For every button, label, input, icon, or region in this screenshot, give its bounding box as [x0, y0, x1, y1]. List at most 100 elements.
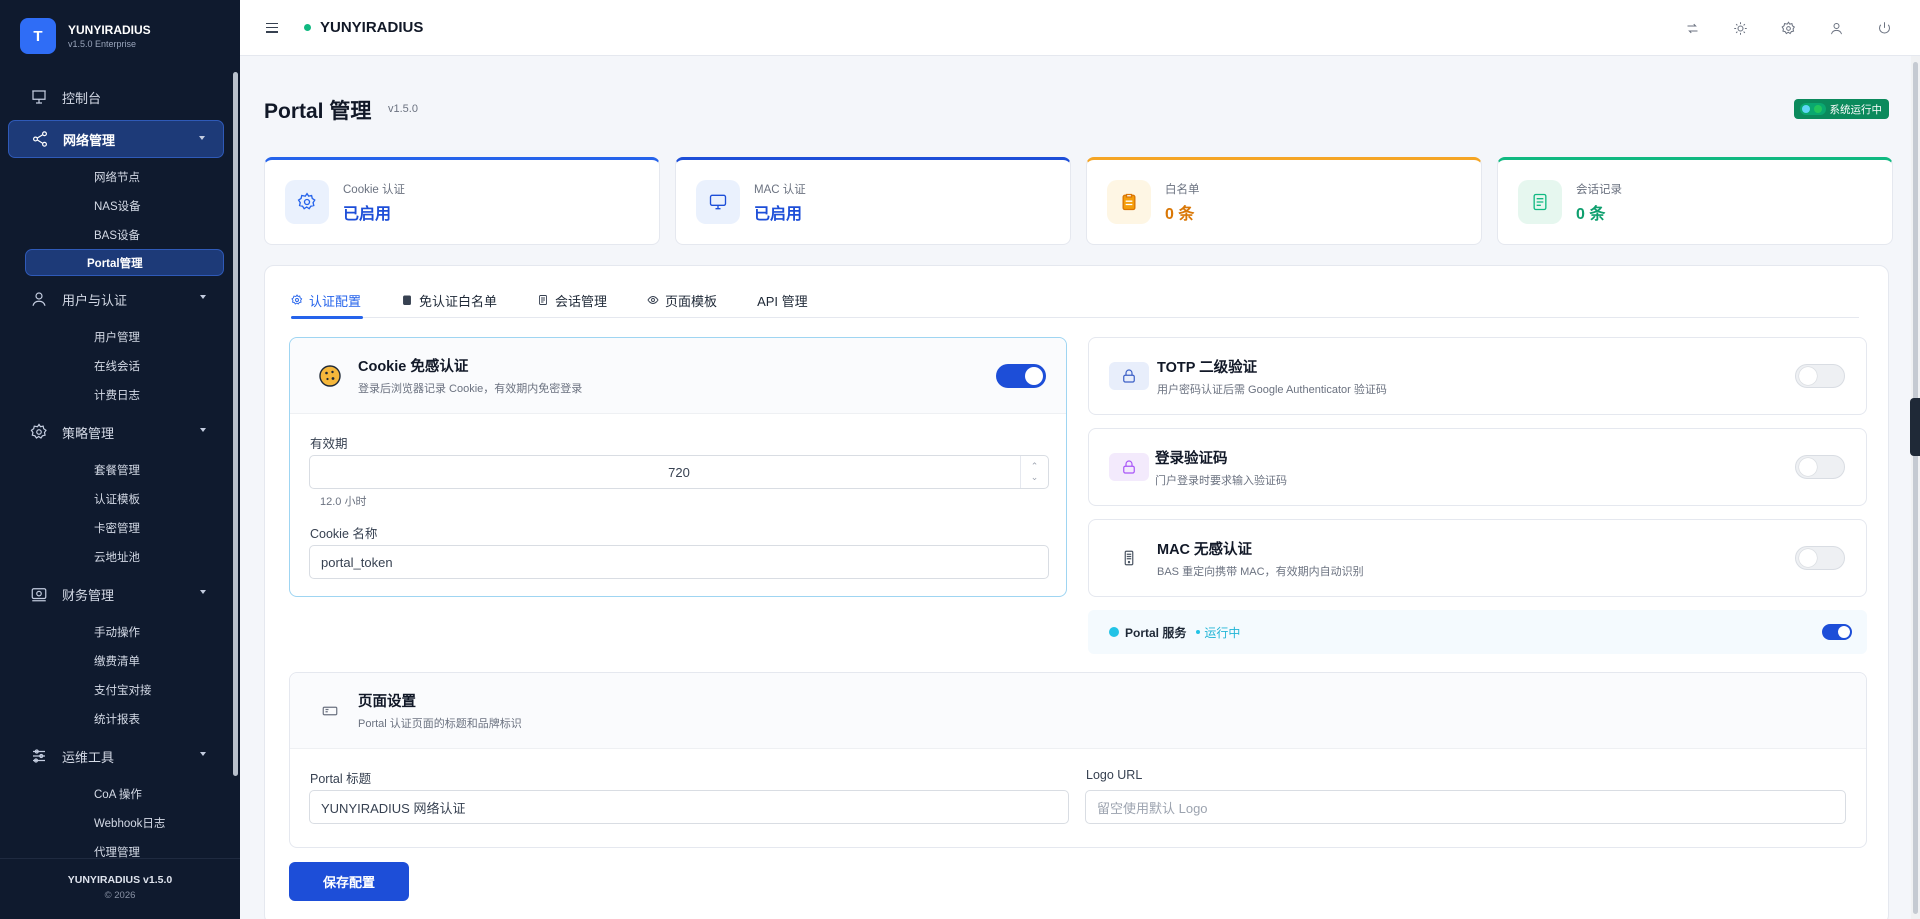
sidebar-item-label: 财务管理 [62, 587, 115, 603]
page-title: Portal 管理 [264, 100, 372, 123]
validity-value: 720 [668, 464, 690, 480]
sidebar-item-webhook-log[interactable]: Webhook日志 [16, 808, 224, 837]
profile-icon[interactable] [1826, 18, 1846, 38]
sidebar-item-ip-pool[interactable]: 云地址池 [16, 542, 224, 571]
sidebar-item-user-mgmt[interactable]: 用户管理 [16, 322, 224, 351]
service-status-dot [1109, 627, 1119, 637]
tab-sessions[interactable]: 会话管理 [537, 282, 607, 318]
service-label: Portal 服务 [1125, 625, 1187, 640]
sidebar-item-policy[interactable]: 策略管理 [8, 413, 224, 451]
tab-auth-config[interactable]: 认证配置 [291, 282, 364, 319]
sidebar-item-label: 策略管理 [62, 425, 115, 441]
stat-value: 0 条 [1576, 205, 1606, 223]
logo-url-input[interactable]: 留空使用默认 Logo [1085, 790, 1846, 824]
stat-label: 白名单 [1165, 183, 1200, 196]
sidebar-item-portal[interactable]: Portal管理 [25, 249, 224, 276]
power-icon[interactable] [1874, 18, 1894, 38]
brand[interactable]: T YUNYIRADIUS v1.5.0 Enterprise [20, 18, 151, 54]
cookie-toggle[interactable] [996, 364, 1046, 388]
swap-icon[interactable] [1682, 18, 1702, 38]
tab-label: 会话管理 [555, 293, 608, 309]
logo-url-label: Logo URL [1086, 768, 1143, 782]
sliders-icon [33, 749, 45, 763]
lock-icon [1109, 362, 1149, 390]
topbar-title: YUNYIRADIUS [320, 19, 424, 36]
page-settings-desc: Portal 认证页面的标题和品牌标识 [358, 718, 522, 730]
sun-icon[interactable] [1730, 18, 1750, 38]
sidebar-item-alipay[interactable]: 支付宝对接 [16, 675, 224, 704]
tab-page-templates[interactable]: 页面模板 [647, 282, 717, 318]
sidebar-item-network-nodes[interactable]: 网络节点 [16, 162, 224, 191]
side-drawer-handle[interactable] [1910, 398, 1920, 456]
presentation-icon [32, 90, 46, 104]
sidebar-item-cards[interactable]: 卡密管理 [16, 513, 224, 542]
sidebar-item-label: 网络管理 [63, 132, 116, 148]
save-button[interactable]: 保存配置 [289, 862, 409, 901]
sidebar-item-proxy[interactable]: 代理管理 [16, 837, 224, 859]
stepper-down-icon[interactable]: ⌄ [1031, 472, 1039, 483]
portal-title-input[interactable]: YUNYIRADIUS 网络认证 [309, 790, 1069, 824]
footer-copyright: © 2026 [104, 890, 136, 901]
cookie-title: Cookie 免感认证 [358, 359, 469, 375]
totp-card: TOTP 二级验证 用户密码认证后需 Google Authenticator … [1088, 337, 1867, 415]
monitor-icon [696, 180, 740, 224]
number-stepper[interactable]: ⌃ ⌄ [1020, 456, 1048, 488]
sidebar-item-ops-tools[interactable]: 运维工具 [8, 737, 224, 775]
totp-toggle[interactable] [1795, 364, 1845, 388]
main-scrollbar[interactable] [1911, 56, 1920, 919]
tab-label: 免认证白名单 [419, 293, 498, 309]
tab-whitelist[interactable]: 免认证白名单 [401, 282, 497, 318]
sidebar-item-plans[interactable]: 套餐管理 [16, 455, 224, 484]
system-status-text: 系统运行中 [1829, 103, 1883, 116]
stat-value: 已启用 [754, 205, 803, 223]
mac-toggle[interactable] [1795, 546, 1845, 570]
sidebar: T YUNYIRADIUS v1.5.0 Enterprise 控制台 网络管理… [0, 0, 240, 919]
sidebar-item-users[interactable]: 用户与认证 [8, 280, 224, 318]
sidebar-item-bas[interactable]: BAS设备 [16, 220, 224, 249]
chevron-down-icon [200, 295, 206, 299]
user-icon [32, 292, 46, 306]
tab-api[interactable]: API 管理 [757, 282, 808, 318]
sidebar-item-nas[interactable]: NAS设备 [16, 191, 224, 220]
cookie-name-label: Cookie 名称 [310, 527, 378, 541]
cookie-name-input[interactable]: portal_token [309, 545, 1049, 579]
portal-service-bar: Portal 服务 运行中 [1088, 610, 1867, 654]
sidebar-item-reports[interactable]: 统计报表 [16, 704, 224, 733]
captcha-card: 登录验证码 门户登录时要求输入验证码 [1088, 428, 1867, 506]
status-toggle-icon [1799, 103, 1826, 115]
document-icon [1518, 180, 1562, 224]
stepper-up-icon[interactable]: ⌃ [1031, 461, 1039, 472]
logo-url-placeholder: 留空使用默认 Logo [1097, 800, 1208, 816]
tab-bar: 认证配置 免认证白名单 会话管理 页面模板 API 管理 [291, 282, 1859, 319]
stat-value: 0 条 [1165, 205, 1195, 223]
lock-icon [1109, 453, 1149, 481]
mac-auth-card: MAC 无感认证 BAS 重定向携带 MAC，有效期内自动识别 [1088, 519, 1867, 597]
sidebar-item-payments[interactable]: 缴费清单 [16, 646, 224, 675]
service-toggle[interactable] [1822, 624, 1852, 640]
sidebar-item-accounting-log[interactable]: 计费日志 [16, 380, 224, 409]
stat-value: 已启用 [343, 205, 392, 223]
sidebar-item-online-sessions[interactable]: 在线会话 [16, 351, 224, 380]
validity-input[interactable]: 720 [309, 455, 1049, 489]
sidebar-footer: YUNYIRADIUS v1.5.0 © 2026 [0, 858, 240, 919]
sidebar-item-finance[interactable]: 财务管理 [8, 575, 224, 613]
stat-label: Cookie 认证 [343, 183, 405, 196]
cookie-icon [310, 362, 350, 390]
sidebar-item-label: 运维工具 [62, 749, 115, 765]
captcha-toggle[interactable] [1795, 455, 1845, 479]
stat-card-whitelist: 白名单 0 条 [1086, 157, 1482, 245]
mac-desc: BAS 重定向携带 MAC，有效期内自动识别 [1157, 565, 1364, 578]
sidebar-item-coa[interactable]: CoA 操作 [16, 779, 224, 808]
finance-icon [31, 588, 47, 602]
sidebar-item-network[interactable]: 网络管理 [8, 120, 224, 158]
eye-icon [647, 296, 659, 304]
sidebar-item-auth-templates[interactable]: 认证模板 [16, 484, 224, 513]
menu-icon[interactable] [266, 22, 278, 33]
settings-icon[interactable] [1778, 18, 1798, 38]
sidebar-scrollbar[interactable] [233, 72, 238, 776]
cookie-name-value: portal_token [321, 554, 393, 570]
cookie-auth-card: Cookie 免感认证 登录后浏览器记录 Cookie，有效期内免密登录 有效期… [289, 337, 1067, 597]
sidebar-item-manual-ops[interactable]: 手动操作 [16, 617, 224, 646]
sidebar-item-dashboard[interactable]: 控制台 [8, 78, 224, 116]
page-settings-title: 页面设置 [358, 694, 416, 710]
